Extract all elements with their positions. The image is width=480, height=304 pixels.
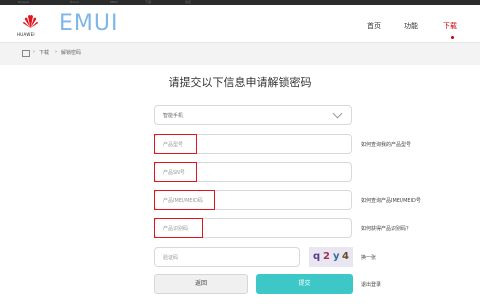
captcha-char: 2: [323, 251, 330, 262]
captcha-input[interactable]: 验证码: [154, 247, 300, 267]
top-link-honor[interactable]: Honor: [70, 0, 79, 4]
header: HUAWEI EMUI 首页 功能 下载: [0, 5, 480, 43]
breadcrumb-unlock: 解锁密码: [61, 50, 82, 56]
top-link-download[interactable]: 下载: [145, 0, 151, 4]
device-type-value: 智能手机: [163, 113, 184, 119]
captcha-image[interactable]: q 2 y 4: [309, 247, 353, 267]
refresh-captcha-link[interactable]: 换一张: [361, 254, 376, 261]
active-nav-indicator: [451, 36, 454, 39]
logout-link[interactable]: 退出登录: [361, 281, 381, 288]
huawei-logo-icon[interactable]: [22, 14, 39, 29]
highlight-box: [154, 134, 197, 154]
brand-title[interactable]: EMUI: [59, 11, 118, 36]
help-id-link[interactable]: 如何获得产品识别码？: [361, 225, 411, 232]
breadcrumb-separator: ›: [33, 49, 35, 55]
help-model-link[interactable]: 如何查询我的产品型号: [361, 141, 411, 148]
breadcrumb-separator: ›: [55, 49, 57, 55]
nav-features[interactable]: 功能: [404, 21, 418, 31]
device-type-select[interactable]: 智能手机: [154, 105, 352, 125]
top-link-emui[interactable]: EMUI: [110, 0, 118, 4]
submit-button[interactable]: 提交: [256, 274, 353, 294]
top-link-huawei[interactable]: Huawei: [18, 0, 29, 4]
back-button[interactable]: 返回: [154, 274, 248, 294]
captcha-char: q: [313, 251, 321, 262]
captcha-char: y: [333, 251, 340, 262]
top-link-forum[interactable]: 论坛: [185, 0, 191, 4]
captcha-placeholder: 验证码: [163, 255, 179, 261]
nav-download[interactable]: 下载: [443, 21, 457, 31]
highlight-box: [154, 218, 203, 238]
help-imei-link[interactable]: 如何查询产品IMEI/MEID号: [361, 197, 421, 204]
logo-text: HUAWEI: [17, 32, 35, 37]
chevron-down-icon: [332, 108, 343, 119]
form-title: 请提交以下信息申请解锁密码: [168, 76, 312, 89]
highlight-box: [154, 162, 197, 182]
nav-home[interactable]: 首页: [367, 21, 381, 31]
breadcrumb-download[interactable]: 下载: [39, 49, 49, 56]
highlight-box: [154, 190, 215, 210]
captcha-char: 4: [342, 251, 349, 262]
home-icon[interactable]: [22, 50, 30, 57]
